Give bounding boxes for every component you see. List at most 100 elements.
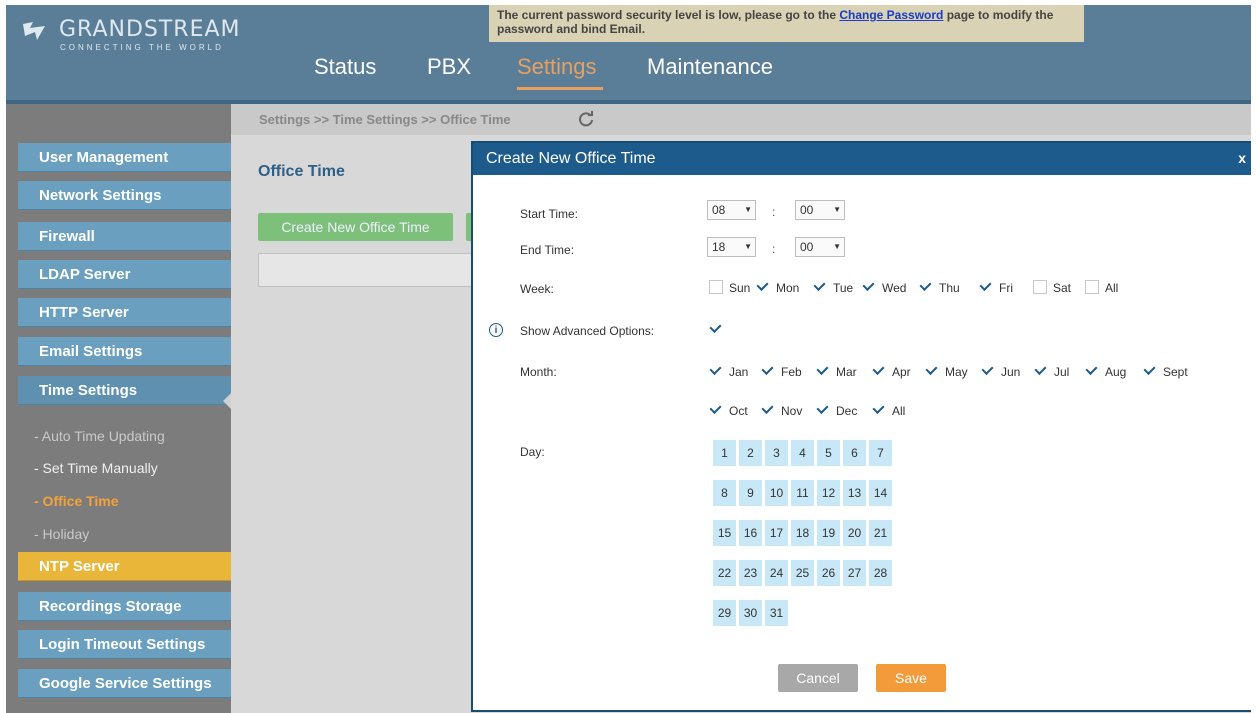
end-minute-select[interactable]: 00 ▼	[795, 237, 845, 257]
day-cell[interactable]: 19	[817, 520, 840, 546]
chevron-down-icon: ▼	[833, 242, 841, 251]
show-advanced-options-checkbox[interactable]	[709, 322, 723, 336]
sidebar-sub-holiday[interactable]: - Holiday	[34, 526, 89, 542]
month-checkbox-may[interactable]	[925, 364, 939, 378]
day-label: Day:	[520, 445, 545, 459]
end-hour-value: 18	[712, 240, 726, 254]
nav-maintenance[interactable]: Maintenance	[647, 54, 773, 80]
month-checkbox-jan[interactable]	[709, 364, 723, 378]
week-label-thu: Thu	[939, 281, 960, 295]
sidebar-item-ldap-server[interactable]: LDAP Server	[18, 260, 231, 289]
start-minute-value: 00	[800, 203, 814, 217]
sidebar-item-login-timeout-settings[interactable]: Login Timeout Settings	[18, 630, 231, 659]
month-checkbox-aug[interactable]	[1085, 364, 1099, 378]
close-icon[interactable]: x	[1238, 150, 1246, 166]
week-checkbox-sat[interactable]	[1033, 280, 1047, 294]
day-cell[interactable]: 1	[713, 440, 736, 466]
week-checkbox-thu[interactable]	[919, 280, 933, 294]
day-cell[interactable]: 4	[791, 440, 814, 466]
week-checkbox-fri[interactable]	[979, 280, 993, 294]
password-security-alert: The current password security level is l…	[489, 5, 1084, 42]
day-cell[interactable]: 11	[791, 480, 814, 506]
sidebar-item-email-settings[interactable]: Email Settings	[18, 337, 231, 366]
sidebar-item-firewall[interactable]: Firewall	[18, 222, 231, 251]
sidebar-sub-set-time-manually[interactable]: - Set Time Manually	[34, 460, 158, 476]
save-button[interactable]: Save	[876, 664, 946, 692]
day-cell[interactable]: 12	[817, 480, 840, 506]
dialog-title: Create New Office Time	[486, 150, 656, 167]
month-label-apr: Apr	[892, 365, 911, 379]
day-cell[interactable]: 2	[739, 440, 762, 466]
nav-settings[interactable]: Settings	[517, 54, 597, 80]
week-label-fri: Fri	[999, 281, 1013, 295]
month-checkbox-jul[interactable]	[1034, 364, 1048, 378]
sidebar-item-user-management[interactable]: User Management	[18, 143, 231, 172]
month-checkbox-sept[interactable]	[1143, 364, 1157, 378]
time-separator: :	[772, 242, 776, 256]
start-minute-select[interactable]: 00 ▼	[795, 200, 845, 220]
sidebar-item-network-settings[interactable]: Network Settings	[18, 181, 231, 210]
day-cell[interactable]: 21	[869, 520, 892, 546]
start-hour-select[interactable]: 08 ▼	[707, 200, 756, 220]
day-cell[interactable]: 9	[739, 480, 762, 506]
day-cell[interactable]: 14	[869, 480, 892, 506]
sidebar-sub-office-time[interactable]: - Office Time	[34, 493, 119, 509]
day-cell[interactable]: 28	[869, 560, 892, 586]
day-cell[interactable]: 3	[765, 440, 788, 466]
day-cell[interactable]: 20	[843, 520, 866, 546]
month-checkbox-jun[interactable]	[981, 364, 995, 378]
nav-active-underline	[517, 87, 603, 90]
month-label-nov: Nov	[781, 404, 803, 418]
nav-status[interactable]: Status	[314, 54, 376, 80]
day-cell[interactable]: 5	[817, 440, 840, 466]
month-checkbox-mar[interactable]	[816, 364, 830, 378]
day-cell[interactable]: 31	[765, 600, 788, 626]
day-cell[interactable]: 23	[739, 560, 762, 586]
week-checkbox-sun[interactable]	[709, 280, 723, 294]
day-cell[interactable]: 6	[843, 440, 866, 466]
day-cell[interactable]: 17	[765, 520, 788, 546]
day-cell[interactable]: 15	[713, 520, 736, 546]
day-cell[interactable]: 13	[843, 480, 866, 506]
day-cell[interactable]: 16	[739, 520, 762, 546]
day-cell[interactable]: 30	[739, 600, 762, 626]
change-password-link[interactable]: Change Password	[839, 8, 943, 22]
month-checkbox-all[interactable]	[872, 403, 886, 417]
month-label-aug: Aug	[1105, 365, 1127, 379]
week-checkbox-mon[interactable]	[756, 280, 770, 294]
chevron-down-icon: ▼	[744, 205, 752, 214]
day-cell[interactable]: 10	[765, 480, 788, 506]
brand-name: GRANDSTREAM	[59, 17, 241, 42]
month-checkbox-oct[interactable]	[709, 403, 723, 417]
week-checkbox-tue[interactable]	[813, 280, 827, 294]
sidebar-item-http-server[interactable]: HTTP Server	[18, 298, 231, 327]
day-cell[interactable]: 8	[713, 480, 736, 506]
create-new-office-time-button[interactable]: Create New Office Time	[258, 213, 453, 241]
sidebar-item-time-settings[interactable]: Time Settings	[18, 376, 231, 405]
sidebar-item-google-service-settings[interactable]: Google Service Settings	[18, 669, 231, 698]
day-cell[interactable]: 18	[791, 520, 814, 546]
top-header: GRANDSTREAM CONNECTING THE WORLD The cur…	[6, 5, 1251, 104]
month-checkbox-apr[interactable]	[872, 364, 886, 378]
info-icon: i	[489, 323, 503, 337]
day-cell[interactable]: 22	[713, 560, 736, 586]
week-checkbox-all[interactable]	[1085, 280, 1099, 294]
week-label-all: All	[1105, 281, 1119, 295]
nav-pbx[interactable]: PBX	[427, 54, 471, 80]
sidebar-item-recordings-storage[interactable]: Recordings Storage	[18, 592, 231, 621]
month-checkbox-dec[interactable]	[816, 403, 830, 417]
refresh-icon[interactable]	[577, 110, 595, 128]
day-cell[interactable]: 24	[765, 560, 788, 586]
cancel-button[interactable]: Cancel	[778, 664, 858, 692]
end-hour-select[interactable]: 18 ▼	[707, 237, 756, 257]
sidebar-item-ntp-server[interactable]: NTP Server	[18, 552, 231, 581]
month-checkbox-nov[interactable]	[761, 403, 775, 417]
day-cell[interactable]: 27	[843, 560, 866, 586]
month-checkbox-feb[interactable]	[761, 364, 775, 378]
week-checkbox-wed[interactable]	[862, 280, 876, 294]
day-cell[interactable]: 26	[817, 560, 840, 586]
sidebar-sub-auto-time-updating[interactable]: - Auto Time Updating	[34, 428, 165, 444]
day-cell[interactable]: 7	[869, 440, 892, 466]
day-cell[interactable]: 29	[713, 600, 736, 626]
day-cell[interactable]: 25	[791, 560, 814, 586]
